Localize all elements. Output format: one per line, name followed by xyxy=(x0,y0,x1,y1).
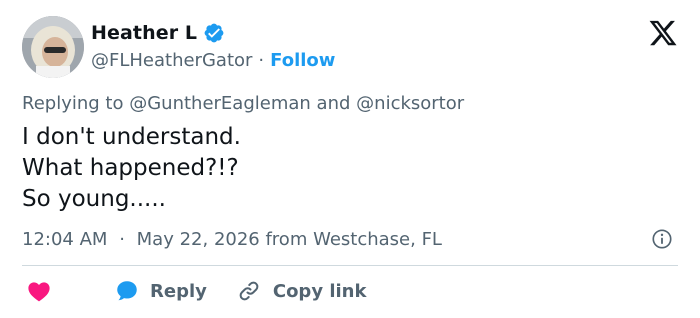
reply-button[interactable]: Reply xyxy=(114,278,207,304)
reply-label: Reply xyxy=(150,280,207,302)
avatar[interactable] xyxy=(22,16,84,78)
reply-mention-2[interactable]: @nicksortor xyxy=(356,93,464,114)
copy-link-label: Copy link xyxy=(272,280,367,302)
verified-badge-icon xyxy=(204,23,224,43)
info-icon[interactable] xyxy=(651,228,673,250)
reply-conjunction: and xyxy=(316,93,351,114)
like-button[interactable] xyxy=(22,278,52,304)
reply-bubble-icon xyxy=(117,281,137,301)
reply-prefix: Replying to xyxy=(22,93,124,114)
divider xyxy=(22,265,678,266)
reply-context: Replying to @GuntherEagleman and @nickso… xyxy=(22,93,464,114)
heart-icon xyxy=(28,282,50,302)
tweet-date-location[interactable]: May 22, 2026 from Westchase, FL xyxy=(137,229,442,250)
copy-link-button[interactable]: Copy link xyxy=(237,279,367,303)
x-logo-icon[interactable] xyxy=(648,18,678,48)
follow-button[interactable]: Follow xyxy=(270,50,335,71)
separator-dot: · xyxy=(258,49,265,71)
tweet-text: I don't understand. What happened?!? So … xyxy=(22,122,241,215)
tweet-line: What happened?!? xyxy=(22,155,239,181)
tweet-line: I don't understand. xyxy=(22,124,241,150)
tweet-line: So young..... xyxy=(22,186,166,212)
author-display-name[interactable]: Heather L xyxy=(91,22,197,44)
tweet-meta: 12:04 AM · May 22, 2026 from Westchase, … xyxy=(22,229,442,250)
tweet-time[interactable]: 12:04 AM xyxy=(22,229,107,250)
reply-mention-1[interactable]: @GuntherEagleman xyxy=(129,93,311,114)
action-bar: Reply Copy link xyxy=(22,278,366,304)
link-icon xyxy=(239,281,259,301)
separator-dot: · xyxy=(119,229,125,250)
author-handle[interactable]: @FLHeatherGator xyxy=(91,50,252,71)
